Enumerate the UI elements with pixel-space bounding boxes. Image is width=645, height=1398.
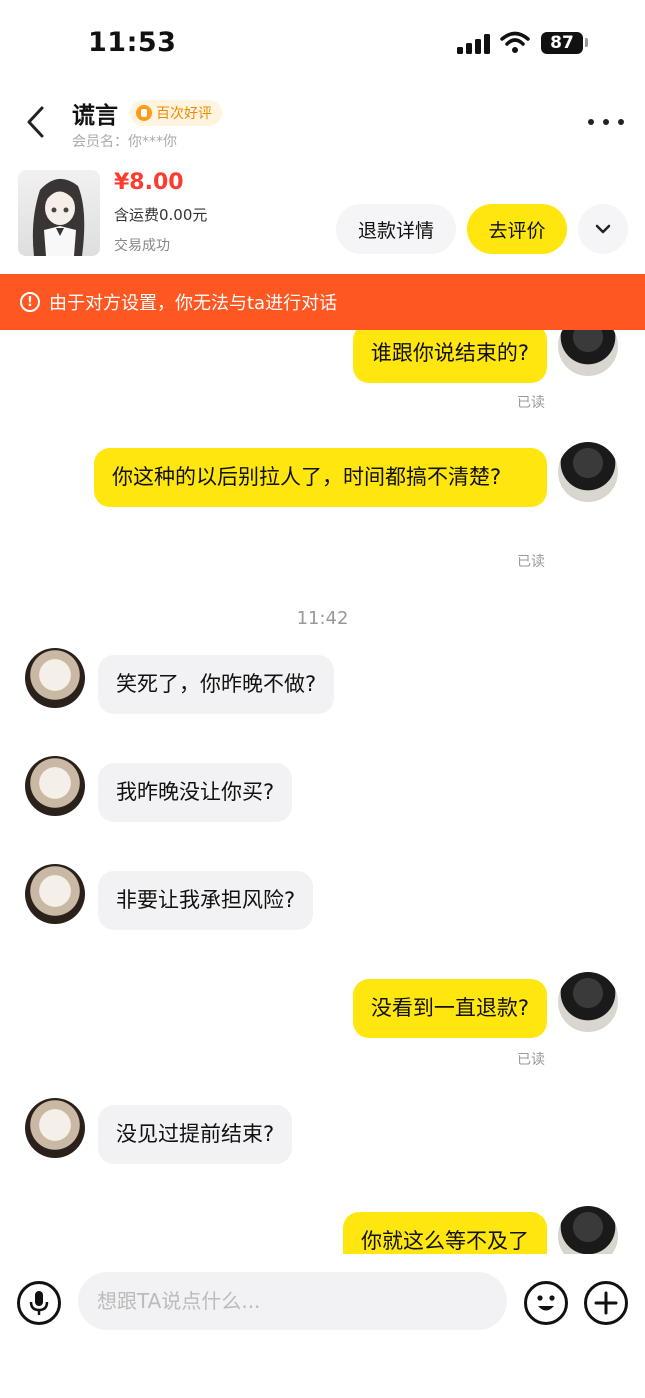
message-bubble[interactable]: 笑死了，你昨晚不做? <box>98 655 335 714</box>
microphone-icon[interactable] <box>17 1281 61 1325</box>
message-bubble[interactable]: 非要让我承担风险? <box>98 871 314 930</box>
emoji-icon[interactable] <box>524 1281 568 1325</box>
chat-area[interactable]: 谁跟你说结束的? 已读 你这种的以后别拉人了，时间都搞不清楚? 已读 11:42… <box>0 330 645 1254</box>
read-status: 已读 <box>517 1052 545 1068</box>
message-input[interactable] <box>78 1272 507 1330</box>
trade-status: 交易成功 <box>114 238 170 254</box>
rating-badge-label: 百次好评 <box>156 106 212 122</box>
plus-icon[interactable] <box>584 1281 628 1325</box>
product-thumbnail[interactable] <box>18 170 100 256</box>
refund-details-button[interactable]: 退款详情 <box>336 204 456 254</box>
warning-banner: ! 由于对方设置，你无法与ta进行对话 <box>0 274 645 330</box>
message-bubble[interactable]: 谁跟你说结束的? <box>352 330 547 383</box>
avatar[interactable] <box>558 330 618 376</box>
status-bar: 11:53 87 <box>0 0 645 86</box>
order-price: ¥8.00 <box>114 170 184 195</box>
avatar[interactable] <box>25 648 85 708</box>
read-status: 已读 <box>517 395 545 411</box>
avatar[interactable] <box>25 1098 85 1158</box>
more-icon[interactable] <box>588 116 624 128</box>
input-bar <box>0 1254 645 1398</box>
read-status: 已读 <box>517 554 545 570</box>
message-bubble[interactable]: 你这种的以后别拉人了，时间都搞不清楚? <box>94 448 547 507</box>
battery-icon: 87 <box>541 32 583 54</box>
avatar[interactable] <box>558 442 618 502</box>
time-divider: 11:42 <box>296 608 349 629</box>
shipping-fee: 含运费0.00元 <box>114 206 208 224</box>
message-bubble[interactable]: 没见过提前结束? <box>98 1105 293 1164</box>
chevron-down-icon[interactable] <box>578 204 628 254</box>
chat-title: 谎言 <box>72 103 118 129</box>
battery-tip <box>585 38 588 47</box>
message-bubble[interactable]: 你就这么等不及了 <box>343 1212 547 1254</box>
avatar[interactable] <box>558 1206 618 1254</box>
wifi-icon <box>500 31 530 53</box>
chat-header: 谎言 百次好评 会员名：你***你 <box>0 86 645 166</box>
badge-icon <box>136 105 152 121</box>
status-time: 11:53 <box>88 27 177 58</box>
alert-icon: ! <box>20 292 40 312</box>
order-card[interactable]: ¥8.00 含运费0.00元 交易成功 退款详情 去评价 <box>0 166 645 274</box>
message-bubble[interactable]: 没看到一直退款? <box>352 979 547 1038</box>
member-name: 会员名：你***你 <box>72 134 177 150</box>
signal-icon <box>457 34 491 54</box>
avatar[interactable] <box>25 756 85 816</box>
warning-text: 由于对方设置，你无法与ta进行对话 <box>49 293 338 314</box>
message-bubble[interactable]: 我昨晚没让你买? <box>98 763 293 822</box>
avatar[interactable] <box>25 864 85 924</box>
review-button[interactable]: 去评价 <box>467 204 567 254</box>
rating-badge: 百次好评 <box>130 100 222 126</box>
avatar[interactable] <box>558 972 618 1032</box>
back-icon[interactable] <box>22 104 52 140</box>
